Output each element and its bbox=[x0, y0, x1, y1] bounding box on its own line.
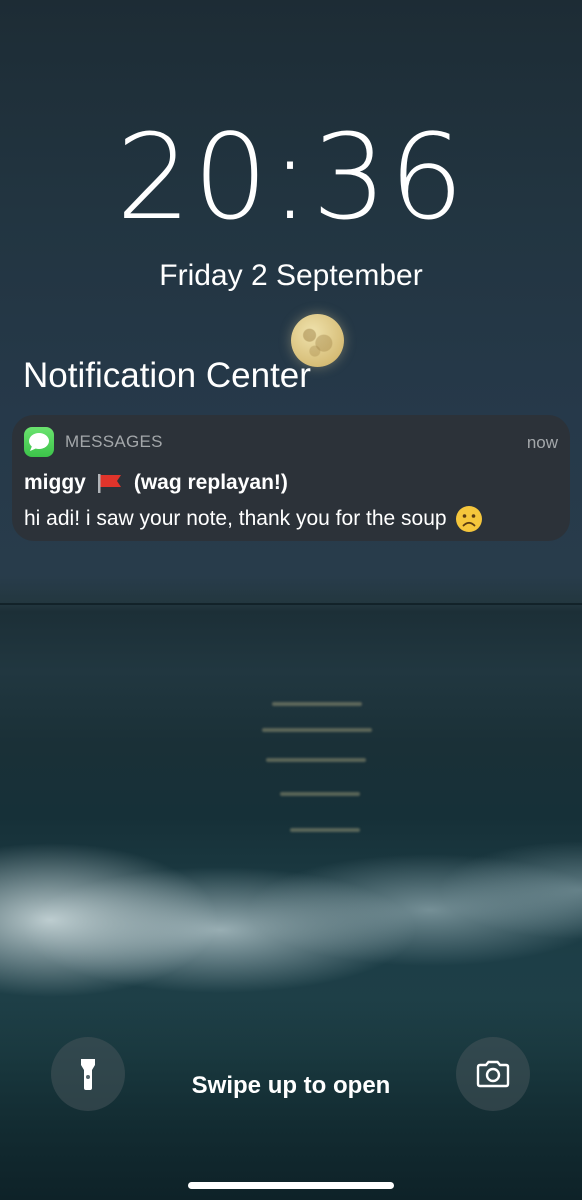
moon-reflection bbox=[280, 792, 360, 796]
horizon bbox=[0, 603, 582, 605]
notification-message: hi adi! i saw your note, thank you for t… bbox=[24, 507, 447, 530]
lock-screen: 20:36 Friday 2 September Notification Ce… bbox=[0, 0, 582, 1200]
moon-reflection bbox=[266, 758, 366, 762]
sad-face-icon bbox=[455, 505, 483, 533]
notification-time: now bbox=[526, 433, 558, 452]
moon-reflection bbox=[272, 702, 362, 706]
lock-screen-time: 20:36 bbox=[115, 108, 467, 246]
camera-button[interactable] bbox=[456, 1037, 530, 1111]
notification-sender: miggy bbox=[24, 471, 86, 494]
messages-app-icon bbox=[24, 427, 54, 457]
home-indicator[interactable] bbox=[188, 1182, 394, 1189]
notification-sender-suffix: (wag replayan!) bbox=[133, 471, 288, 494]
lock-screen-date: Friday 2 September bbox=[159, 259, 423, 292]
notification-message-row: hi adi! i saw your note, thank you for t… bbox=[24, 505, 483, 533]
red-flag-icon bbox=[96, 472, 124, 494]
moon-reflection bbox=[262, 728, 372, 732]
notification-center-title: Notification Center bbox=[23, 356, 311, 395]
notification-app-name: MESSAGES bbox=[65, 432, 163, 451]
notification-sender-row: miggy (wag replayan!) bbox=[24, 471, 288, 495]
message-notification[interactable]: MESSAGES now miggy (wag replayan!) hi ad… bbox=[12, 415, 570, 541]
